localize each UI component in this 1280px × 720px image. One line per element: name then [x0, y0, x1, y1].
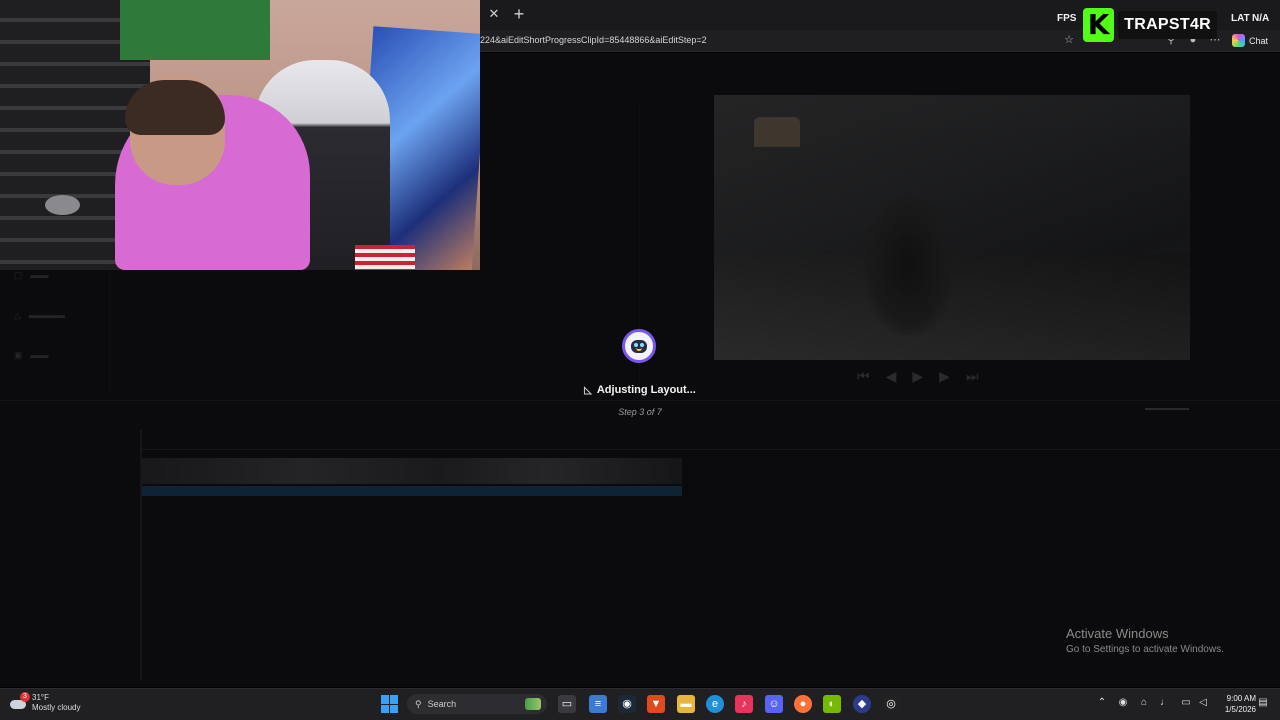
chat-label: Chat — [1249, 35, 1269, 46]
file-explorer-icon[interactable]: ▬ — [677, 695, 695, 713]
monitor-icon[interactable]: ▭ — [1179, 697, 1193, 708]
lat-label: LAT — [1231, 13, 1250, 24]
notepad-icon[interactable]: ≡ — [589, 695, 607, 713]
player-controls: ⏮ ◀ ▶ ▶ ⏭ — [857, 368, 979, 385]
weather-temp: 31°F — [32, 693, 49, 702]
streamer-badge: K TRAPST4R — [1083, 8, 1217, 42]
discord-icon[interactable]: ☺ — [765, 695, 783, 713]
steam-icon[interactable]: ◉ — [618, 695, 636, 713]
screen: ▢ ▬▬ △ ▬▬▬▬ ▣ ▬▬ ⏮ ◀ ▶ ▶ ⏭ ✕ + FPS LAT N/A … — [0, 0, 1280, 720]
video-preview — [714, 95, 1190, 360]
fps-label: FPS — [1057, 13, 1077, 24]
mascot-smile — [636, 348, 642, 351]
lat-value: N/A — [1252, 13, 1270, 24]
search-highlight-icon — [525, 698, 541, 710]
video-clip[interactable] — [142, 458, 682, 484]
sidebar-item[interactable]: ▣ ▬▬ — [14, 350, 49, 361]
sidebar-placeholder: ▬▬▬▬ — [28, 310, 65, 320]
taskbar-search[interactable]: ⚲ Search — [407, 694, 547, 714]
favorite-star-icon[interactable]: ☆ — [1062, 33, 1076, 47]
task-view-icon[interactable]: ▭ — [558, 695, 576, 713]
mascot-eye — [640, 343, 644, 347]
nvidia-icon[interactable]: ◐ — [823, 695, 841, 713]
webcam-flag — [355, 245, 415, 270]
loader-step: Step 3 of 7 — [618, 407, 662, 417]
cloud-icon: 3 — [10, 692, 30, 711]
activate-windows-watermark: Activate Windows Go to Settings to activ… — [1066, 626, 1224, 655]
webcam-bowl — [45, 195, 80, 215]
activate-heading: Activate Windows — [1066, 626, 1169, 641]
left-sidebar: ▢ ▬▬ △ ▬▬▬▬ ▣ ▬▬ — [0, 270, 110, 390]
weather-text: 31°F Mostly cloudy — [32, 693, 80, 713]
streamer-name: TRAPST4R — [1118, 11, 1217, 39]
windows-start-icon[interactable] — [381, 695, 399, 713]
ruler-icon: ◺ — [584, 384, 592, 396]
preview-figure — [864, 195, 954, 335]
search-icon: ⚲ — [415, 698, 422, 709]
network-tray-icon[interactable]: ⌂ — [1137, 697, 1151, 708]
microphone-icon[interactable]: ♩ — [1158, 697, 1172, 708]
chat-button[interactable]: Chat — [1232, 32, 1268, 49]
kick-logo-icon: K — [1083, 8, 1115, 42]
url-text[interactable]: 224&aiEditShortProgressClipId=85448866&a… — [480, 35, 707, 45]
mascot-face — [631, 340, 647, 353]
notification-icon[interactable]: ▤ — [1256, 697, 1270, 708]
preview-sign — [754, 117, 800, 147]
mascot-eye — [634, 343, 638, 347]
activate-subtext: Go to Settings to activate Windows. — [1066, 644, 1224, 655]
sidebar-item[interactable]: △ ▬▬▬▬ — [14, 310, 65, 321]
webcam-hair — [125, 80, 225, 135]
brave-icon[interactable]: ▼ — [647, 695, 665, 713]
skip-forward-icon[interactable]: ⏭ — [966, 368, 979, 385]
play-icon[interactable]: ▶ — [912, 368, 923, 385]
search-placeholder: Search — [427, 699, 457, 709]
weather-condition: Mostly cloudy — [32, 703, 81, 712]
taskbar-clock[interactable]: 9:00 AM 1/5/2026 — [1216, 693, 1256, 715]
webcam-overlay — [0, 0, 480, 270]
triangle-icon: △ — [14, 310, 21, 320]
notification-badge: 3 — [20, 692, 30, 702]
sidebar-placeholder: ▬▬ — [30, 350, 49, 360]
robot-mascot-icon — [622, 329, 656, 363]
timeline-ruler — [140, 440, 1280, 450]
clock-date: 1/5/2026 — [1224, 705, 1256, 714]
edge-icon[interactable]: e — [706, 695, 724, 713]
step-forward-icon[interactable]: ▶ — [939, 368, 950, 385]
sidebar-placeholder: ▬▬ — [30, 270, 49, 280]
close-tab-icon[interactable]: ✕ — [487, 7, 501, 21]
loader-title-row: ◺ Adjusting Layout... — [560, 384, 720, 396]
clock-time: 9:00 AM — [1226, 694, 1256, 703]
copilot-icon — [1232, 34, 1245, 47]
tiktok-icon[interactable]: ♪ — [735, 695, 753, 713]
zoom-slider[interactable] — [1145, 408, 1189, 410]
step-back-icon[interactable]: ◀ — [886, 368, 897, 385]
app-icon[interactable]: ◆ — [853, 695, 871, 713]
image-icon: ▣ — [14, 350, 23, 360]
tray-overflow-icon[interactable]: ⌃ — [1095, 697, 1109, 708]
weather-widget[interactable]: 3 31°F Mostly cloudy — [10, 692, 80, 713]
skip-back-icon[interactable]: ⏮ — [857, 368, 870, 385]
sidebar-item[interactable]: ▢ ▬▬ — [14, 270, 49, 281]
loader-title: Adjusting Layout... — [596, 384, 696, 396]
loading-indicator: ◺ Adjusting Layout... Step 3 of 7 — [560, 325, 720, 420]
volume-icon[interactable]: ◁ — [1196, 697, 1210, 708]
webcam-poster — [120, 0, 270, 60]
steam-tray-icon[interactable]: ◉ — [1116, 697, 1130, 708]
new-tab-icon[interactable]: + — [511, 5, 527, 23]
firefox-icon[interactable]: ● — [794, 695, 812, 713]
obs-icon[interactable]: ◎ — [882, 695, 900, 713]
square-icon: ▢ — [14, 270, 23, 280]
taskbar — [0, 688, 1280, 720]
audio-clip[interactable] — [142, 486, 682, 496]
